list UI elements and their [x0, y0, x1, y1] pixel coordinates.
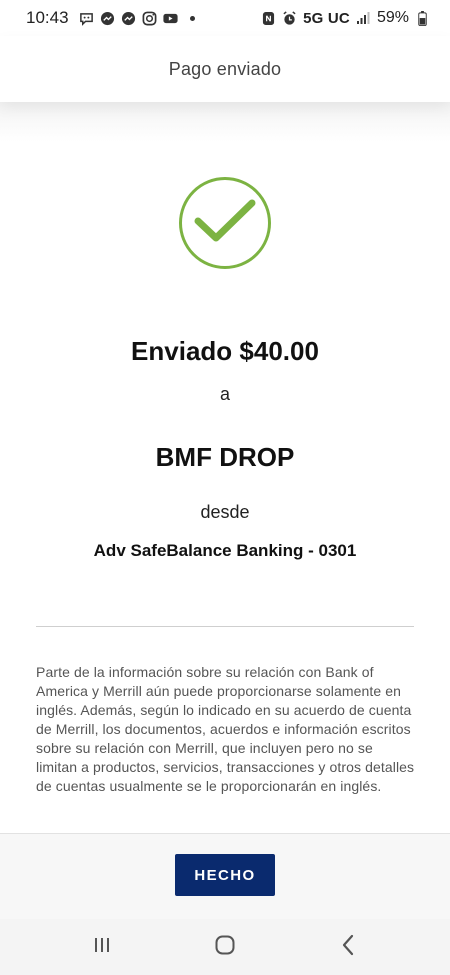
battery-percent: 59%	[376, 9, 409, 26]
status-right: 5G UC 59%	[261, 9, 430, 27]
page-title: Pago enviado	[168, 58, 282, 79]
footer: HECHO	[0, 833, 450, 919]
status-time: 10:43	[26, 8, 69, 27]
from-label: desde	[200, 502, 250, 522]
divider	[36, 626, 414, 627]
chat-bubble-icon	[79, 11, 94, 26]
youtube-icon	[162, 11, 178, 26]
checkmark-circle-icon	[178, 176, 272, 270]
instagram-icon	[142, 11, 157, 26]
app-header: Pago enviado	[0, 36, 450, 102]
messenger-icon	[121, 11, 136, 26]
back-icon	[340, 934, 356, 961]
more-notifications-dot	[189, 15, 195, 21]
messenger-icon	[100, 11, 115, 26]
alarm-icon	[282, 10, 297, 26]
header-shadow	[0, 102, 450, 142]
status-left: 10:43	[26, 8, 195, 28]
system-nav-bar	[0, 919, 450, 975]
signal-icon	[356, 11, 371, 26]
to-label: a	[219, 384, 230, 404]
home-button[interactable]	[205, 927, 245, 967]
done-button[interactable]: HECHO	[175, 854, 275, 896]
recipient-name: BMF DROP	[155, 442, 295, 472]
back-button[interactable]	[328, 927, 368, 967]
battery-icon	[415, 10, 430, 26]
network-type: 5G UC	[303, 9, 350, 27]
recent-apps-button[interactable]	[82, 927, 122, 967]
recent-apps-icon	[92, 935, 112, 960]
disclaimer-text: Parte de la información sobre su relació…	[36, 664, 415, 794]
home-icon	[214, 934, 236, 961]
status-bar: 10:43 5G UC 59%	[0, 0, 450, 36]
sent-amount: Enviado $40.00	[131, 336, 319, 366]
nfc-icon	[261, 11, 276, 26]
source-account: Adv SafeBalance Banking - 0301	[93, 541, 357, 560]
